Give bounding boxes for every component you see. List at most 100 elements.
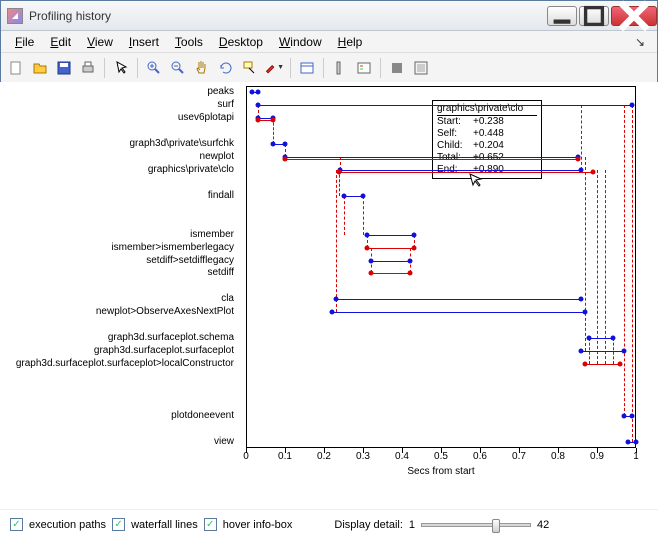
timeline-endpoint	[587, 336, 592, 341]
timeline-endpoint	[249, 90, 254, 95]
colorbar-icon[interactable]	[329, 57, 351, 79]
menu-file[interactable]: File	[7, 33, 42, 51]
function-label: graph3d.surfaceplot.surfaceplot>localCon…	[16, 358, 234, 369]
timeline-bar	[285, 157, 578, 158]
zoom-out-icon[interactable]	[167, 57, 189, 79]
zoom-in-icon[interactable]	[143, 57, 165, 79]
hide-tools-icon[interactable]	[386, 57, 408, 79]
close-button[interactable]	[611, 6, 657, 26]
timeline-endpoint	[283, 141, 288, 146]
pan-icon[interactable]	[191, 57, 213, 79]
datacursor-icon[interactable]	[239, 57, 261, 79]
menu-bar: File Edit View Insert Tools Desktop Wind…	[1, 31, 657, 53]
print-icon[interactable]	[77, 57, 99, 79]
x-tick-label: 0.4	[395, 451, 409, 462]
function-label: plotdoneevent	[171, 410, 234, 421]
toolbar: ▼	[1, 53, 657, 83]
execution-path	[344, 196, 345, 235]
timeline-endpoint	[407, 258, 412, 263]
timeline-endpoint	[271, 141, 276, 146]
new-icon[interactable]	[5, 57, 27, 79]
menu-window[interactable]: Window	[271, 33, 330, 51]
checkbox-waterfall-lines[interactable]	[112, 518, 125, 531]
menu-view[interactable]: View	[79, 33, 121, 51]
legend-icon[interactable]	[353, 57, 375, 79]
minimize-button[interactable]	[547, 6, 577, 26]
help-corner-icon[interactable]: ↘	[629, 33, 651, 51]
function-label: surf	[217, 99, 234, 110]
timeline-bar	[581, 351, 624, 352]
execution-path	[336, 170, 337, 313]
timeline-bar	[589, 338, 612, 339]
checkbox-hover-infobox[interactable]	[204, 518, 217, 531]
timeline-bar	[336, 299, 582, 300]
menu-help[interactable]: Help	[330, 33, 371, 51]
menu-tools[interactable]: Tools	[167, 33, 211, 51]
timeline-bar	[371, 273, 410, 274]
function-label: peaks	[207, 86, 234, 97]
timeline-endpoint	[634, 440, 639, 445]
function-label: graph3d\private\surfchk	[129, 138, 234, 149]
window-title: Profiling history	[29, 9, 545, 23]
menu-insert[interactable]: Insert	[121, 33, 167, 51]
execution-path	[363, 196, 364, 235]
show-tools-icon[interactable]	[410, 57, 432, 79]
title-bar: ◢ Profiling history	[1, 1, 657, 31]
function-label: usev6plotapi	[178, 112, 234, 123]
execution-path	[632, 105, 633, 442]
x-axis-label: Secs from start	[407, 466, 474, 477]
timeline-endpoint	[579, 349, 584, 354]
menu-desktop[interactable]: Desktop	[211, 33, 271, 51]
timeline-bar	[367, 248, 414, 249]
timeline-endpoint	[255, 117, 260, 122]
timeline-bar	[340, 170, 582, 171]
hover-tooltip: graphics\private\clo Start:+0.238Self:+0…	[432, 100, 542, 179]
link-icon[interactable]	[296, 57, 318, 79]
label-execution-paths: execution paths	[29, 519, 106, 531]
detail-slider[interactable]	[421, 523, 531, 527]
app-icon: ◢	[7, 8, 23, 24]
execution-path	[581, 105, 582, 170]
timeline-endpoint	[622, 414, 627, 419]
timeline-endpoint	[610, 336, 615, 341]
slider-min: 1	[409, 519, 415, 531]
checkbox-execution-paths[interactable]	[10, 518, 23, 531]
x-tick-label: 0.6	[473, 451, 487, 462]
maximize-button[interactable]	[579, 6, 609, 26]
timeline-bar	[585, 364, 620, 365]
function-label: findall	[208, 190, 234, 201]
timeline-endpoint	[411, 245, 416, 250]
brush-icon[interactable]: ▼	[263, 57, 285, 79]
timeline-bar	[285, 159, 578, 160]
x-tick-label: 0.8	[551, 451, 565, 462]
x-tick-label: 0.3	[356, 451, 370, 462]
timeline-endpoint	[618, 362, 623, 367]
timeline-endpoint	[407, 271, 412, 276]
timeline-endpoint	[364, 232, 369, 237]
slider-value: 42	[537, 519, 549, 531]
timeline-endpoint	[329, 310, 334, 315]
function-label: setdiff	[208, 267, 235, 278]
timeline-endpoint	[255, 102, 260, 107]
slider-thumb[interactable]	[492, 519, 500, 533]
save-icon[interactable]	[53, 57, 75, 79]
function-label: graph3d.surfaceplot.surfaceplot	[94, 345, 234, 356]
pointer-icon[interactable]	[110, 57, 132, 79]
timeline-endpoint	[341, 193, 346, 198]
x-tick-label: 0.1	[278, 451, 292, 462]
timeline-endpoint	[575, 156, 580, 161]
rotate-icon[interactable]	[215, 57, 237, 79]
timeline-endpoint	[364, 245, 369, 250]
function-label: graphics\private\clo	[148, 164, 234, 175]
open-icon[interactable]	[29, 57, 51, 79]
plot-area[interactable]: Secs from start graphics\private\clo Sta…	[0, 82, 658, 509]
function-label: newplot>ObserveAxesNextPlot	[96, 306, 234, 317]
tooltip-row: Self:+0.448	[437, 128, 537, 140]
x-tick-label: 0.9	[590, 451, 604, 462]
timeline-endpoint	[283, 156, 288, 161]
timeline-endpoint	[255, 90, 260, 95]
x-tick-label: 0.7	[512, 451, 526, 462]
execution-path	[597, 170, 598, 364]
timeline-bar	[332, 312, 586, 313]
menu-edit[interactable]: Edit	[42, 33, 79, 51]
